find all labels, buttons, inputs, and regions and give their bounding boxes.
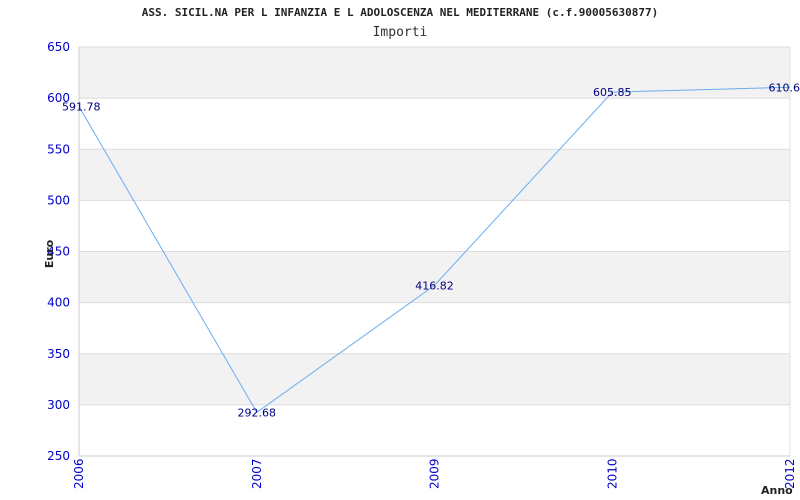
plot-bands xyxy=(79,47,790,405)
y-tick-label: 650 xyxy=(47,40,70,54)
x-tick-label: 2006 xyxy=(72,458,86,489)
x-tick-labels: 2006 2007 2009 2010 2012 xyxy=(72,458,797,489)
y-tick-label: 350 xyxy=(47,347,70,361)
x-tick-label: 2010 xyxy=(605,458,619,489)
plot-band xyxy=(79,149,790,201)
data-label: 292.68 xyxy=(238,406,277,419)
y-tick-label: 250 xyxy=(47,449,70,463)
data-label: 610.6 xyxy=(769,81,800,94)
y-tick-label: 550 xyxy=(47,142,70,156)
data-label: 605.85 xyxy=(593,86,632,99)
y-axis-label: Euro xyxy=(43,239,56,268)
data-label: 591.78 xyxy=(62,101,101,114)
y-tick-label: 500 xyxy=(47,193,70,207)
y-tick-label: 400 xyxy=(47,296,70,310)
data-label: 416.82 xyxy=(415,279,454,292)
plot-band xyxy=(79,353,790,405)
x-tick-label: 2009 xyxy=(428,458,442,489)
x-axis-label: Anno xyxy=(761,484,793,497)
line-chart: 250300350400450500550600650 2006 2007 2009… xyxy=(43,40,800,497)
x-tick-label: 2007 xyxy=(250,458,264,489)
y-tick-label: 300 xyxy=(47,398,70,412)
plot-band xyxy=(79,251,790,303)
